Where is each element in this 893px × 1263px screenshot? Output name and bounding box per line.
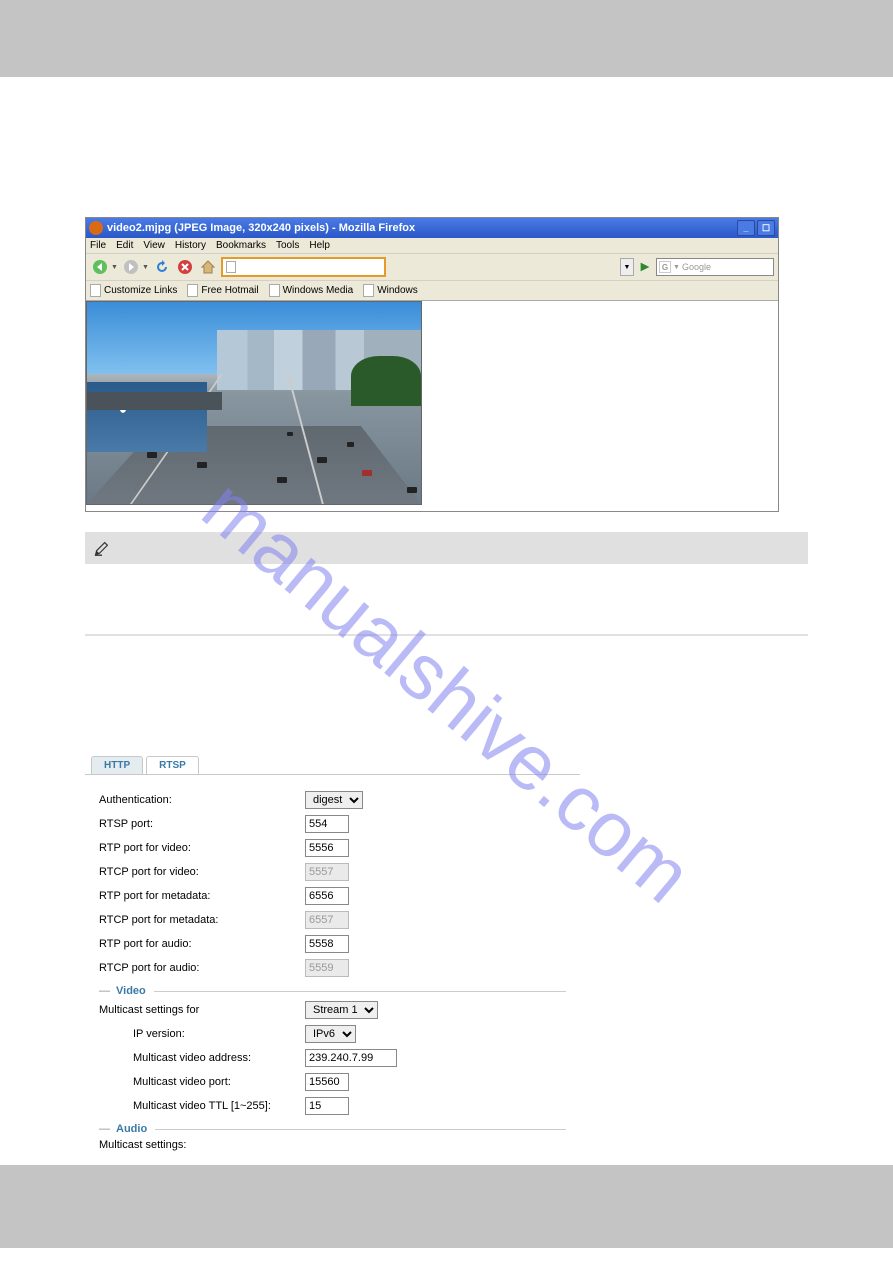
tab-http[interactable]: HTTP: [91, 756, 143, 774]
tab-bar: HTTP RTSP: [91, 756, 580, 774]
camera-image: [86, 301, 422, 505]
top-grey-band: [0, 0, 893, 77]
minimize-button[interactable]: _: [737, 220, 755, 236]
mvport-input[interactable]: [305, 1073, 349, 1091]
back-dropdown[interactable]: ▼: [111, 264, 118, 271]
auth-label: Authentication:: [99, 794, 305, 806]
menu-history[interactable]: History: [175, 240, 206, 251]
bookmark-icon: [90, 284, 101, 297]
rtcp-audio-label: RTCP port for audio:: [99, 962, 305, 974]
bookmark-label: Customize Links: [104, 285, 177, 296]
search-placeholder: Google: [682, 262, 711, 272]
mcast-for-label: Multicast settings for: [99, 1004, 305, 1016]
mvttl-label: Multicast video TTL [1~255]:: [99, 1100, 305, 1112]
menu-bookmarks[interactable]: Bookmarks: [216, 240, 266, 251]
tab-rtsp[interactable]: RTSP: [146, 756, 199, 774]
bookmark-label: Windows: [377, 285, 418, 296]
pencil-icon: [93, 539, 111, 557]
reload-button[interactable]: [152, 257, 172, 277]
menu-help[interactable]: Help: [309, 240, 330, 251]
home-button[interactable]: [198, 257, 218, 277]
window-titlebar[interactable]: video2.mjpg (JPEG Image, 320x240 pixels)…: [86, 218, 778, 238]
url-dropdown[interactable]: ▼: [620, 258, 634, 276]
nav-toolbar: ▼ ▼ ▼: [86, 254, 778, 281]
bottom-grey-band: [0, 1165, 893, 1248]
browser-viewport: [86, 301, 778, 511]
menu-view[interactable]: View: [143, 240, 165, 251]
video-section-title: Video: [116, 985, 146, 997]
mcast-for-select[interactable]: Stream 1: [305, 1001, 378, 1019]
url-bar[interactable]: [221, 257, 386, 277]
rtcp-audio-input: [305, 959, 349, 977]
mvport-label: Multicast video port:: [99, 1076, 305, 1088]
menu-file[interactable]: File: [90, 240, 106, 251]
bookmark-icon: [187, 284, 198, 297]
menu-bar: File Edit View History Bookmarks Tools H…: [86, 238, 778, 254]
bookmark-label: Free Hotmail: [201, 285, 258, 296]
page-icon: [226, 261, 236, 273]
rtp-meta-label: RTP port for metadata:: [99, 890, 305, 902]
forward-dropdown[interactable]: ▼: [142, 264, 149, 271]
search-box[interactable]: G ▼ Google: [656, 258, 774, 276]
menu-edit[interactable]: Edit: [116, 240, 133, 251]
settings-panel: HTTP RTSP Authentication: digest RTSP po…: [85, 756, 580, 1165]
rtsp-port-label: RTSP port:: [99, 818, 305, 830]
settings-body: Authentication: digest RTSP port: RTP po…: [85, 775, 580, 1165]
rtcp-meta-label: RTCP port for metadata:: [99, 914, 305, 926]
rtp-video-input[interactable]: [305, 839, 349, 857]
search-engine-icon: G: [659, 261, 671, 273]
bookmark-label: Windows Media: [283, 285, 354, 296]
bookmark-customize-links[interactable]: Customize Links: [90, 284, 177, 297]
search-dropdown-icon[interactable]: ▼: [673, 264, 680, 271]
mvttl-input[interactable]: [305, 1097, 349, 1115]
rtsp-port-input[interactable]: [305, 815, 349, 833]
rtp-audio-input[interactable]: [305, 935, 349, 953]
back-button[interactable]: [90, 257, 110, 277]
mvaddr-label: Multicast video address:: [99, 1052, 305, 1064]
bookmark-windows[interactable]: Windows: [363, 284, 418, 297]
ipver-select[interactable]: IPv6: [305, 1025, 356, 1043]
menu-tools[interactable]: Tools: [276, 240, 299, 251]
bookmark-windows-media[interactable]: Windows Media: [269, 284, 354, 297]
go-button[interactable]: [637, 259, 653, 275]
ipver-label: IP version:: [99, 1028, 305, 1040]
rtp-video-label: RTP port for video:: [99, 842, 305, 854]
browser-window: video2.mjpg (JPEG Image, 320x240 pixels)…: [85, 217, 779, 512]
rtp-meta-input[interactable]: [305, 887, 349, 905]
rtcp-video-label: RTCP port for video:: [99, 866, 305, 878]
video-section-header: — Video: [99, 985, 566, 997]
bookmark-icon: [363, 284, 374, 297]
rtcp-video-input: [305, 863, 349, 881]
stop-button[interactable]: [175, 257, 195, 277]
audio-section-header: — Audio: [99, 1123, 566, 1135]
window-title: video2.mjpg (JPEG Image, 320x240 pixels)…: [107, 222, 737, 234]
forward-button[interactable]: [121, 257, 141, 277]
audio-section-title: Audio: [116, 1123, 147, 1135]
bookmark-free-hotmail[interactable]: Free Hotmail: [187, 284, 258, 297]
rtcp-meta-input: [305, 911, 349, 929]
note-bar: [85, 532, 808, 564]
firefox-icon: [89, 221, 103, 235]
window-controls: _ ☐: [737, 220, 775, 236]
audio-mcast-label: Multicast settings:: [99, 1139, 305, 1151]
auth-select[interactable]: digest: [305, 791, 363, 809]
rtp-audio-label: RTP port for audio:: [99, 938, 305, 950]
bookmarks-toolbar: Customize Links Free Hotmail Windows Med…: [86, 281, 778, 301]
divider-line: [85, 634, 808, 636]
bookmark-icon: [269, 284, 280, 297]
maximize-button[interactable]: ☐: [757, 220, 775, 236]
mvaddr-input[interactable]: [305, 1049, 397, 1067]
